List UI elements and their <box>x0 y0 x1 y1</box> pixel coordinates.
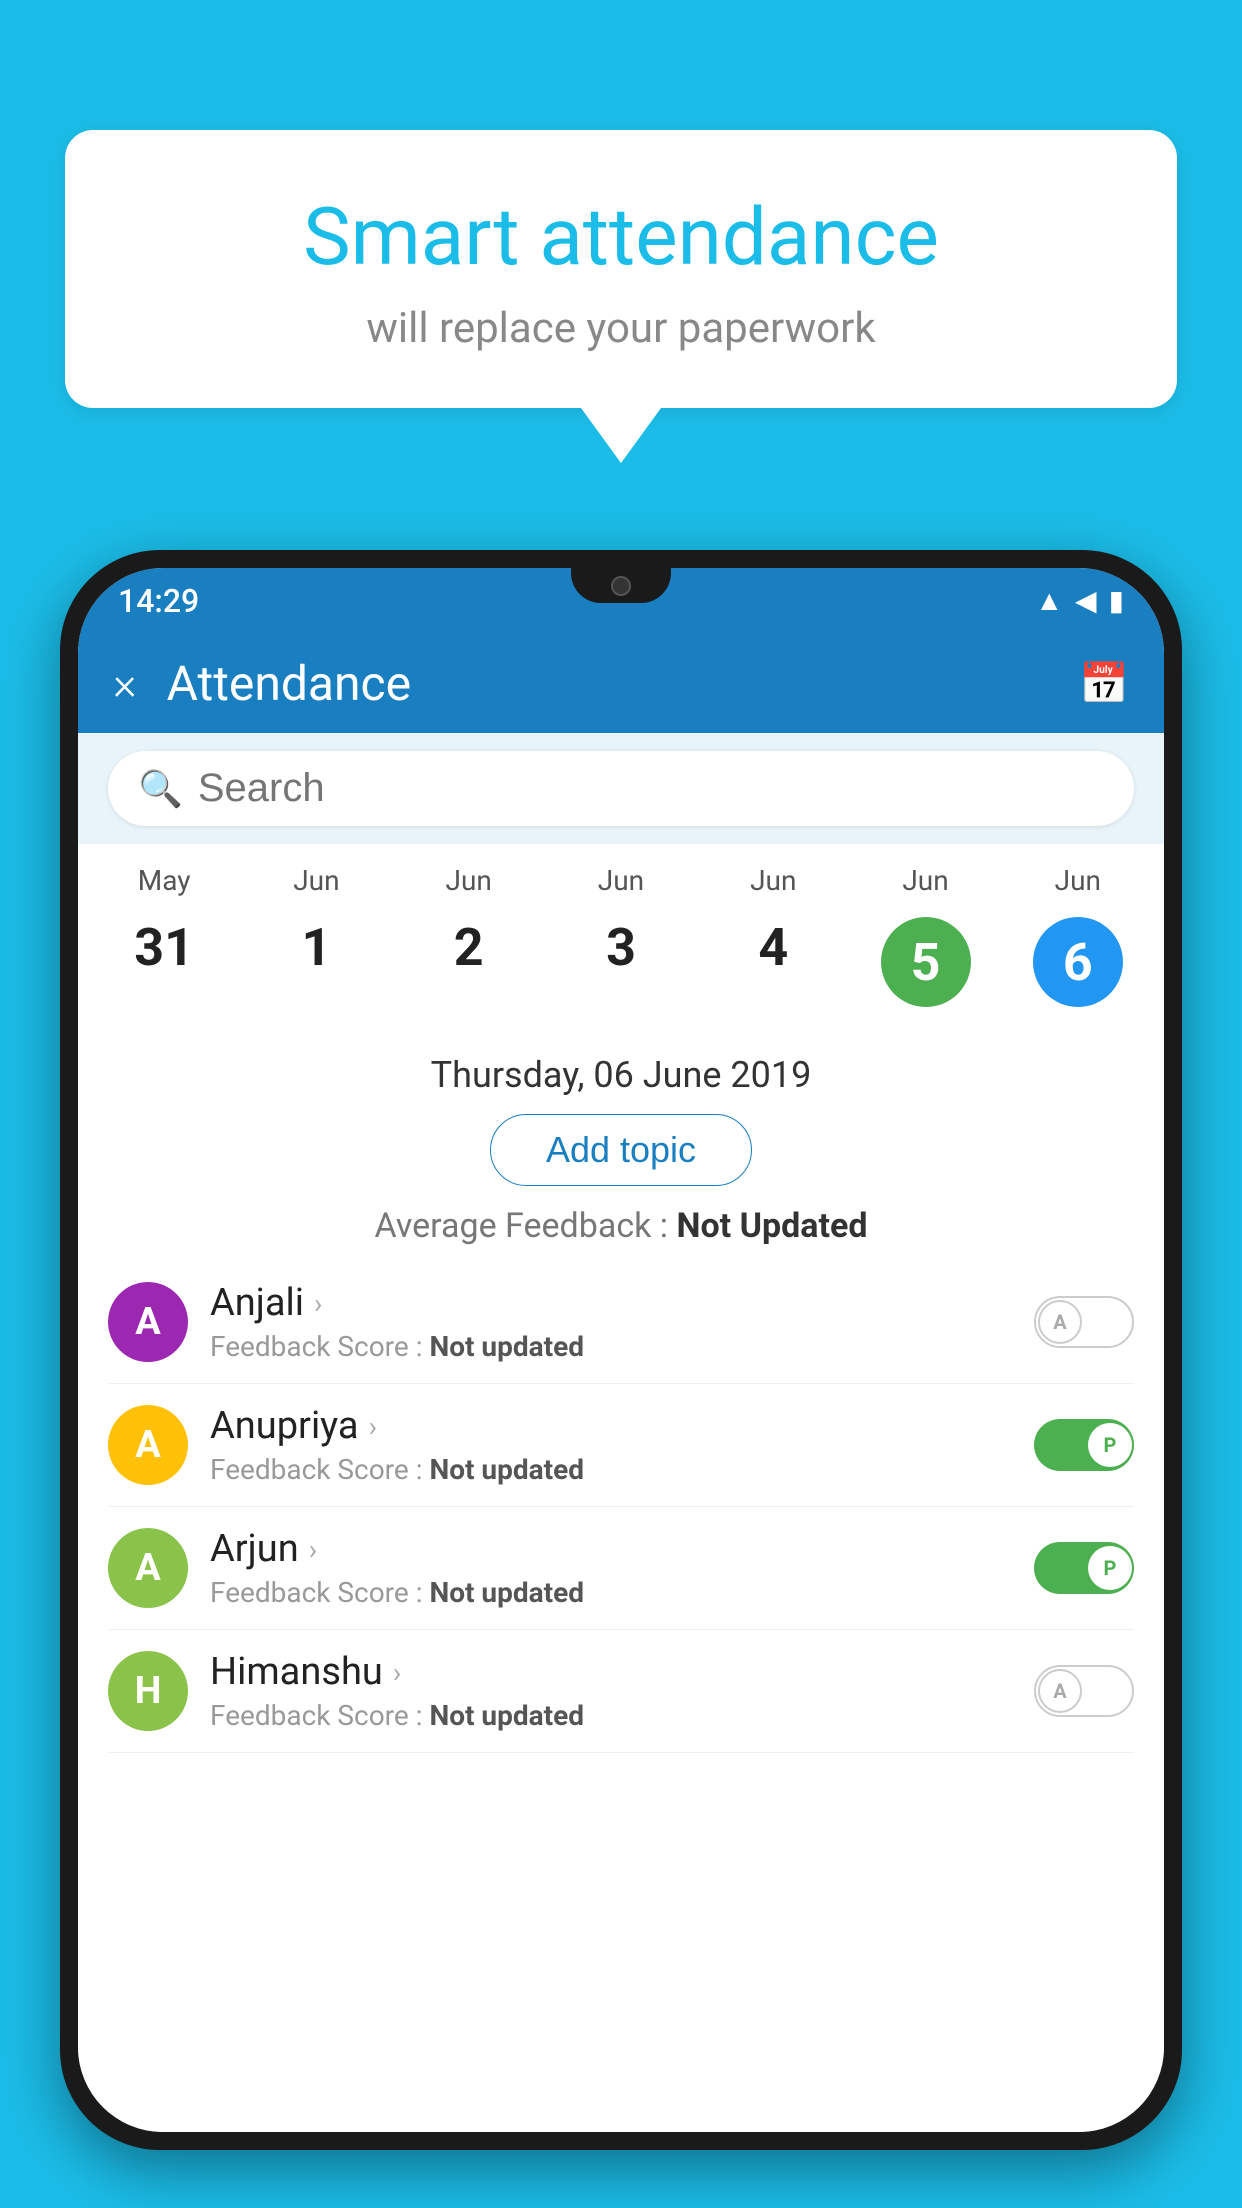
calendar-icon[interactable]: 📅 <box>1079 660 1129 707</box>
month-3[interactable]: Jun <box>545 864 697 897</box>
close-button[interactable]: × <box>113 657 137 710</box>
search-input[interactable] <box>198 766 1104 811</box>
content-area: Thursday, 06 June 2019 Add topic Average… <box>78 1029 1164 2132</box>
student-feedback-anupriya: Feedback Score : Not updated <box>210 1453 1034 1486</box>
toggle-himanshu[interactable]: A <box>1034 1665 1134 1717</box>
phone-inner: 14:29 ▲ ◀ ▮ × Attendance 📅 🔍 May Jun <box>78 568 1164 2132</box>
speech-bubble-title: Smart attendance <box>125 190 1117 284</box>
month-5[interactable]: Jun <box>849 864 1001 897</box>
avg-feedback-label: Average Feedback : <box>375 1206 669 1246</box>
battery-icon: ▮ <box>1109 584 1124 617</box>
calendar-days: 31 1 2 3 4 5 6 <box>88 905 1154 1019</box>
student-feedback-arjun: Feedback Score : Not updated <box>210 1576 1034 1609</box>
toggle-anupriya[interactable]: P <box>1034 1419 1134 1471</box>
student-name-himanshu: Himanshu › <box>210 1650 1034 1694</box>
student-avatar-himanshu: H <box>108 1651 188 1731</box>
chevron-icon: › <box>314 1287 322 1320</box>
wifi-icon: ▲ <box>1035 584 1063 617</box>
avg-feedback-value: Not Updated <box>676 1206 867 1246</box>
app-bar: × Attendance 📅 <box>78 633 1164 733</box>
student-feedback-anjali: Feedback Score : Not updated <box>210 1330 1034 1363</box>
add-topic-container: Add topic <box>78 1114 1164 1186</box>
calendar-months: May Jun Jun Jun Jun Jun Jun <box>88 864 1154 897</box>
student-item-himanshu[interactable]: H Himanshu › Feedback Score : Not update… <box>108 1630 1134 1753</box>
student-avatar-anjali: A <box>108 1282 188 1362</box>
speech-bubble-arrow <box>581 408 661 463</box>
day-2[interactable]: 2 <box>393 905 545 1019</box>
status-time: 14:29 <box>118 582 199 620</box>
day-6[interactable]: 6 <box>1002 905 1154 1019</box>
month-0[interactable]: May <box>88 864 240 897</box>
student-info-anjali: Anjali › Feedback Score : Not updated <box>210 1281 1034 1363</box>
notch-camera <box>611 576 631 596</box>
student-item-anupriya[interactable]: A Anupriya › Feedback Score : Not update… <box>108 1384 1134 1507</box>
day-circle-blue[interactable]: 6 <box>1033 917 1123 1007</box>
toggle-anjali[interactable]: A <box>1034 1296 1134 1348</box>
student-avatar-arjun: A <box>108 1528 188 1608</box>
search-container: 🔍 <box>78 733 1164 844</box>
day-circle-green[interactable]: 5 <box>881 917 971 1007</box>
search-bar[interactable]: 🔍 <box>108 751 1134 826</box>
day-3[interactable]: 3 <box>545 905 697 1019</box>
student-info-anupriya: Anupriya › Feedback Score : Not updated <box>210 1404 1034 1486</box>
month-1[interactable]: Jun <box>240 864 392 897</box>
add-topic-button[interactable]: Add topic <box>490 1114 752 1186</box>
toggle-arjun[interactable]: P <box>1034 1542 1134 1594</box>
speech-bubble: Smart attendance will replace your paper… <box>65 130 1177 408</box>
day-5[interactable]: 5 <box>849 905 1001 1019</box>
student-item-arjun[interactable]: A Arjun › Feedback Score : Not updated <box>108 1507 1134 1630</box>
student-list: A Anjali › Feedback Score : Not updated <box>78 1261 1164 1753</box>
student-feedback-himanshu: Feedback Score : Not updated <box>210 1699 1034 1732</box>
month-6[interactable]: Jun <box>1002 864 1154 897</box>
status-icons: ▲ ◀ ▮ <box>1035 584 1124 617</box>
signal-icon: ◀ <box>1075 584 1097 617</box>
speech-bubble-container: Smart attendance will replace your paper… <box>65 130 1177 463</box>
student-info-arjun: Arjun › Feedback Score : Not updated <box>210 1527 1034 1609</box>
chevron-icon: › <box>369 1410 377 1443</box>
student-item-anjali[interactable]: A Anjali › Feedback Score : Not updated <box>108 1261 1134 1384</box>
avg-feedback: Average Feedback : Not Updated <box>78 1206 1164 1246</box>
student-info-himanshu: Himanshu › Feedback Score : Not updated <box>210 1650 1034 1732</box>
phone-notch <box>571 568 671 603</box>
student-avatar-anupriya: A <box>108 1405 188 1485</box>
day-4[interactable]: 4 <box>697 905 849 1019</box>
month-2[interactable]: Jun <box>393 864 545 897</box>
student-name-arjun: Arjun › <box>210 1527 1034 1571</box>
chevron-icon: › <box>309 1533 317 1566</box>
month-4[interactable]: Jun <box>697 864 849 897</box>
day-1[interactable]: 1 <box>240 905 392 1019</box>
student-name-anupriya: Anupriya › <box>210 1404 1034 1448</box>
search-icon: 🔍 <box>138 768 183 810</box>
calendar-strip: May Jun Jun Jun Jun Jun Jun 31 1 2 3 4 5… <box>78 844 1164 1029</box>
app-bar-title: Attendance <box>167 655 1080 712</box>
selected-date: Thursday, 06 June 2019 <box>78 1029 1164 1114</box>
chevron-icon: › <box>393 1656 401 1689</box>
day-0[interactable]: 31 <box>88 905 240 1019</box>
student-name-anjali: Anjali › <box>210 1281 1034 1325</box>
speech-bubble-subtitle: will replace your paperwork <box>125 304 1117 353</box>
phone-frame: 14:29 ▲ ◀ ▮ × Attendance 📅 🔍 May Jun <box>60 550 1182 2150</box>
